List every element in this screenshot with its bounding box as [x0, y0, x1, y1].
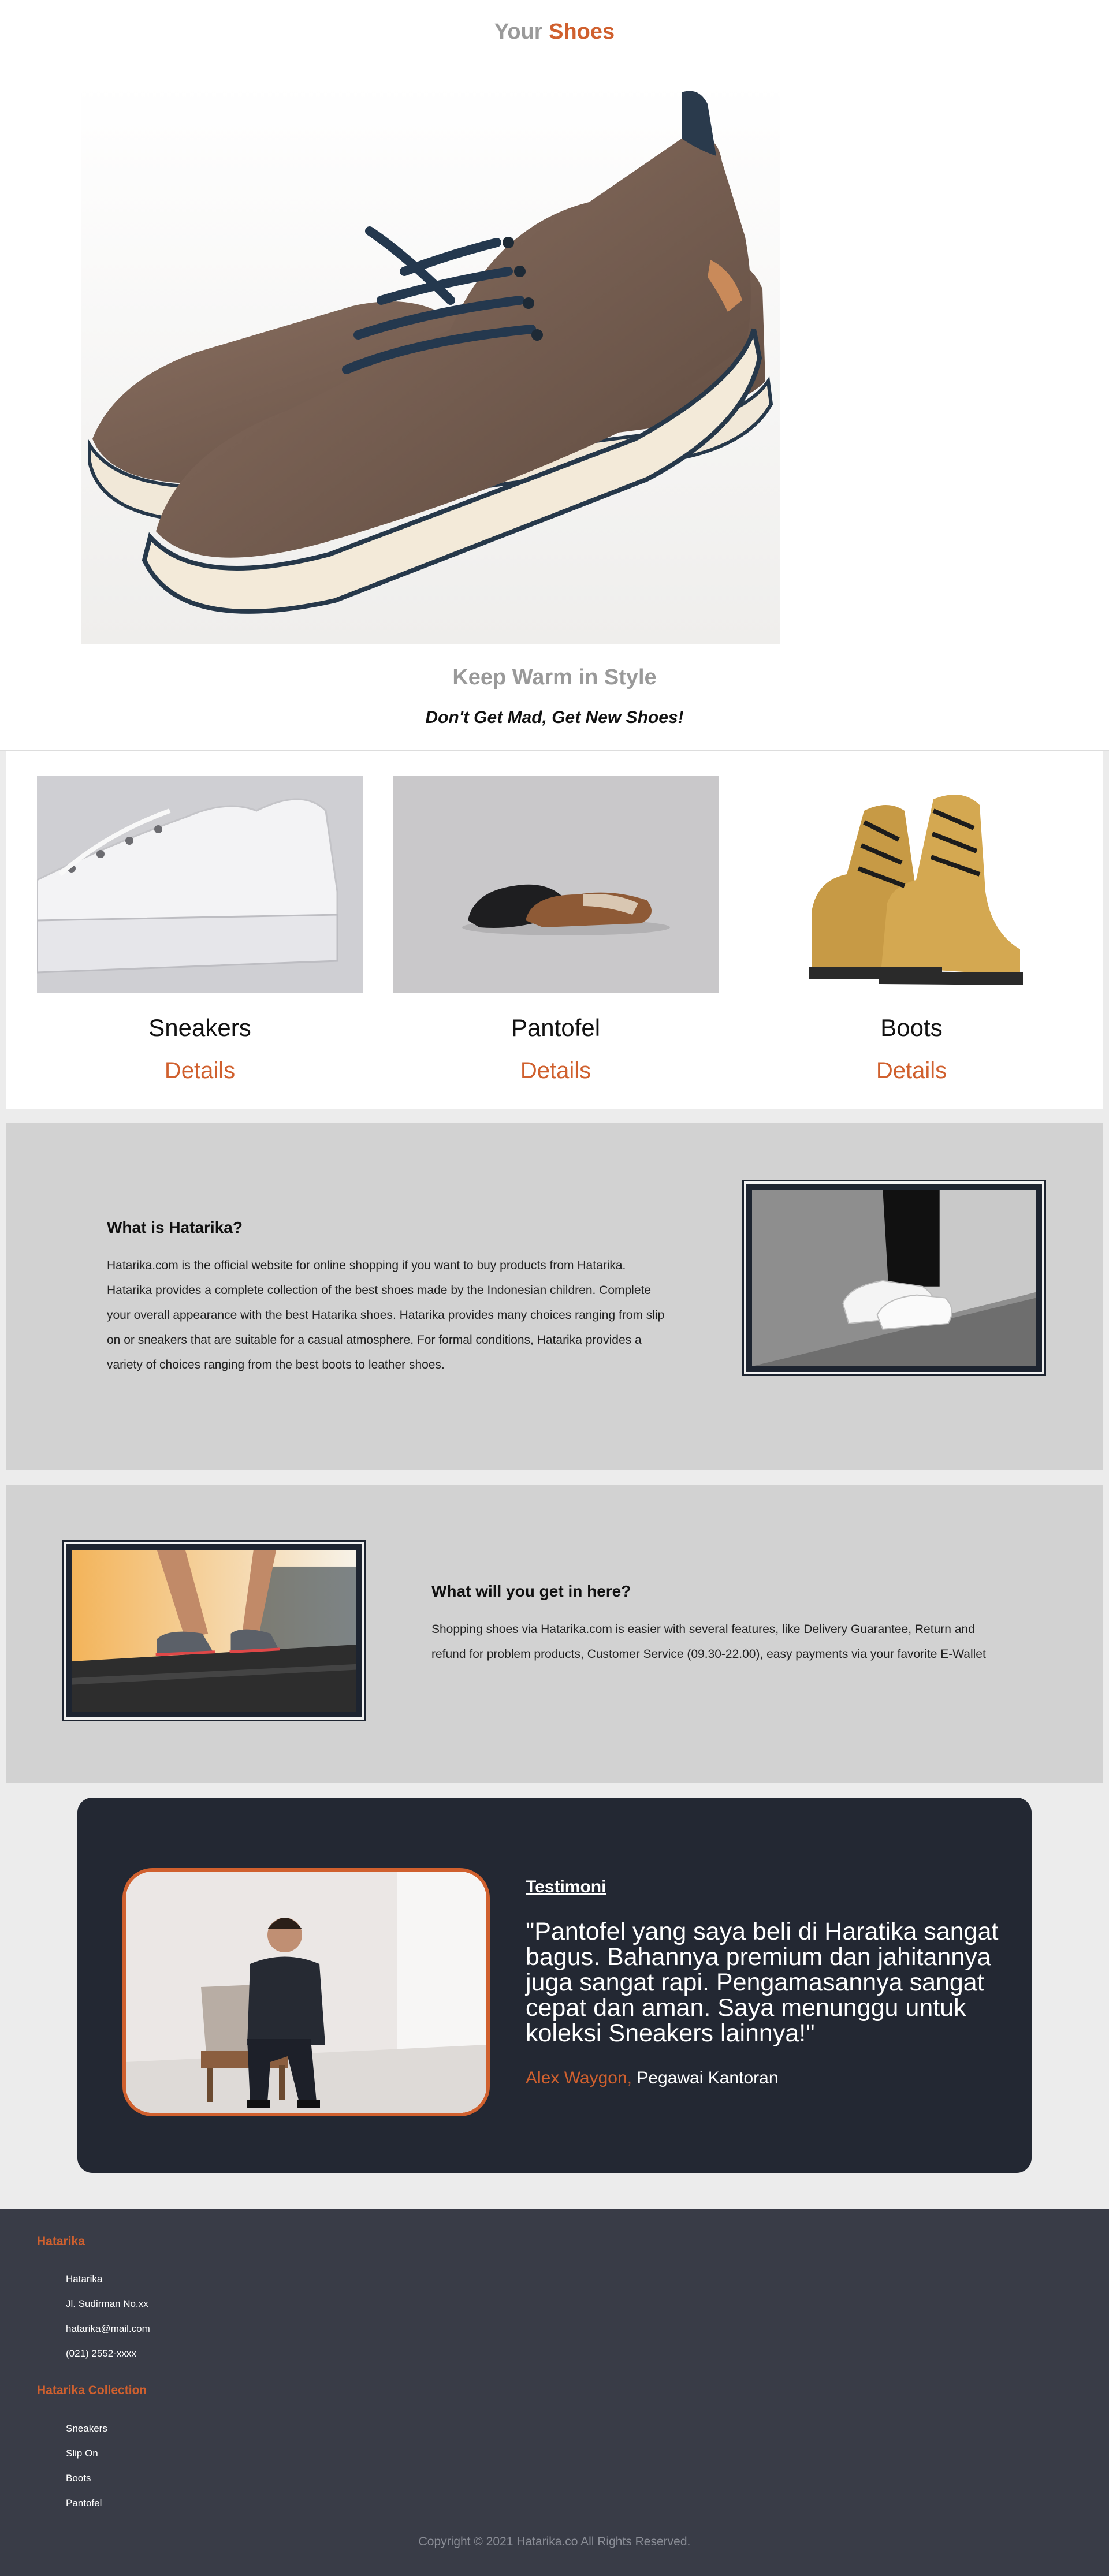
hero-shoe-image — [81, 81, 780, 644]
footer-copyright: Copyright © 2021 Hatarika.co All Rights … — [418, 2535, 691, 2548]
about-heading: What is Hatarika? — [107, 1218, 243, 1236]
testimonial-author: Alex Waygon, Pegawai Kantoran — [526, 2068, 779, 2088]
category-card-sneakers: Sneakers Details — [37, 776, 363, 1084]
hero-title: Keep Warm in Style — [452, 665, 657, 689]
testimonial-card: Testimoni "Pantofel yang saya beli di Ha… — [77, 1798, 1032, 2173]
footer-contact-item: (021) 2552-xxxx — [66, 2348, 136, 2359]
boots-details-link[interactable]: Details — [749, 1058, 1074, 1084]
brand-first-word: Your — [494, 20, 543, 44]
footer-collection-heading: Hatarika Collection — [37, 2384, 147, 2397]
category-name-boots: Boots — [880, 1014, 943, 1041]
category-card-pantofel: Pantofel Details — [393, 776, 719, 1084]
footer-collection-list: Sneakers Slip On Boots Pantofel — [66, 2422, 107, 2522]
footer-contact-item: Hatarika — [66, 2273, 103, 2284]
boots-image — [749, 776, 1074, 993]
benefits-text: Shopping shoes via Hatarika.com is easie… — [431, 1623, 986, 1661]
testimonial-label: Testimoni — [526, 1877, 606, 1896]
hero-subtitle: Don't Get Mad, Get New Shoes! — [425, 708, 684, 727]
benefits-section: What will you get in here? Shopping shoe… — [6, 1485, 1103, 1783]
sneaker-legs-photo — [752, 1190, 1036, 1366]
sneakers-details-link[interactable]: Details — [37, 1058, 363, 1084]
footer-collection-item[interactable]: Slip On — [66, 2447, 107, 2472]
footer-collection-item[interactable]: Pantofel — [66, 2497, 107, 2522]
footer: Hatarika Hatarika Jl. Sudirman No.xx hat… — [0, 2209, 1109, 2576]
footer-contact-heading: Hatarika — [37, 2235, 85, 2248]
running-shoes-photo — [72, 1550, 356, 1712]
testimonial-author-role: Pegawai Kantoran — [637, 2068, 779, 2087]
category-card-boots: Boots Details — [749, 776, 1074, 1084]
footer-contact-list: Hatarika Jl. Sudirman No.xx hatarika@mai… — [66, 2273, 150, 2372]
testimonial-author-name: Alex Waygon, — [526, 2068, 632, 2087]
footer-collection-item[interactable]: Boots — [66, 2472, 107, 2497]
pantofel-details-link[interactable]: Details — [393, 1058, 719, 1084]
benefits-image-frame — [62, 1540, 366, 1721]
about-text: Hatarika.com is the official website for… — [107, 1259, 665, 1371]
categories-section: Sneakers Details Pantofel Details Boots … — [6, 751, 1103, 1109]
category-name-sneakers: Sneakers — [148, 1014, 251, 1041]
brand-second-word: Shoes — [549, 20, 615, 44]
testimonial-quote: "Pantofel yang saya beli di Haratika san… — [526, 1918, 999, 2047]
sneakers-image — [37, 776, 363, 993]
testimonial-photo — [122, 1868, 490, 2116]
footer-contact-item[interactable]: hatarika@mail.com — [66, 2322, 150, 2347]
footer-collection-item[interactable]: Sneakers — [66, 2422, 107, 2447]
benefits-heading: What will you get in here? — [431, 1582, 631, 1600]
pantofel-image — [393, 776, 719, 993]
about-image-frame — [742, 1180, 1046, 1376]
about-section: What is Hatarika? Hatarika.com is the of… — [6, 1123, 1103, 1470]
footer-contact-item: Jl. Sudirman No.xx — [66, 2298, 148, 2309]
brand-logo[interactable]: Your Shoes — [0, 20, 1109, 44]
category-name-pantofel: Pantofel — [511, 1014, 601, 1041]
hero-section: Your Shoes Keep Warm in Style Don't Get … — [0, 0, 1109, 751]
